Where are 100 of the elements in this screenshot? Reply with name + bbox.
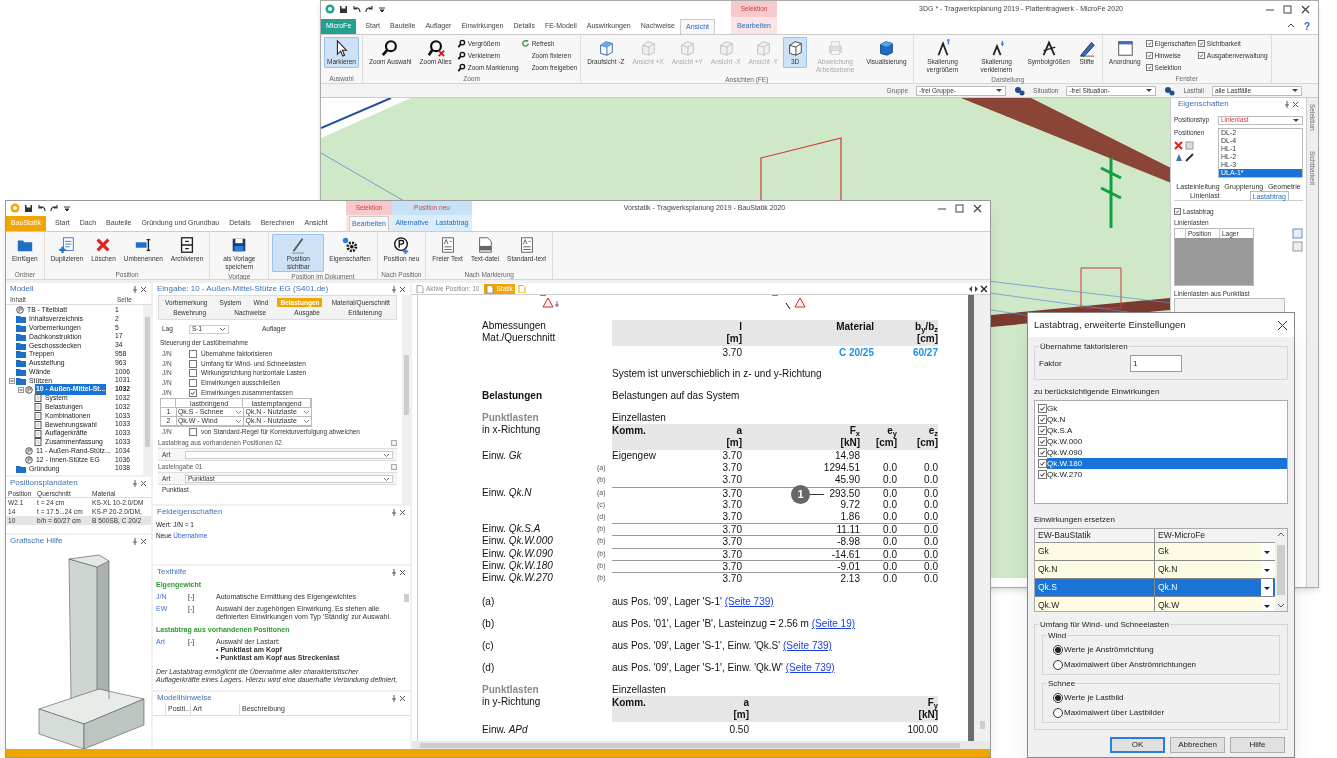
dialog-button[interactable]: Abbrechen [1170, 737, 1225, 753]
checkbox[interactable] [189, 369, 197, 378]
dropdown[interactable]: Gk [1154, 542, 1273, 560]
scrollbar[interactable] [1275, 529, 1287, 611]
column-unit: [m] [725, 437, 742, 449]
document-add-icon [57, 236, 76, 254]
scrollbar[interactable] [412, 741, 990, 749]
table-cell: -8.98 [837, 536, 860, 548]
checkbox[interactable] [1145, 52, 1153, 59]
list-item[interactable]: Gk [1047, 403, 1287, 414]
pin-close-icon [132, 478, 147, 488]
radio-button[interactable] [1053, 660, 1063, 670]
gear-icon [1014, 85, 1026, 96]
checkbox[interactable] [1038, 404, 1047, 413]
scroll-down-icon [1277, 603, 1285, 609]
column-header: EW-MicroFe [1154, 529, 1273, 542]
footnote-mark: (b) [482, 618, 496, 631]
checkbox[interactable] [1038, 437, 1047, 446]
radio-label: Maximalwert über Lastbilder [1064, 707, 1165, 719]
square-icon [1292, 240, 1303, 252]
checkbox[interactable] [189, 378, 197, 387]
pin-close-icon [1284, 99, 1299, 109]
gear-icon [1164, 85, 1176, 96]
close-icon [1277, 319, 1288, 331]
maximize-icon [1283, 4, 1292, 14]
list-item[interactable]: Qk.W.090 [1047, 447, 1287, 458]
checkbox[interactable] [189, 359, 197, 368]
list-item[interactable]: Qk.S.A [1047, 425, 1287, 436]
dialog-button[interactable]: OK [1110, 737, 1165, 753]
table-cell-text: 3.70 [721, 346, 742, 360]
radio-label: Werte je Anströmrichtung [1064, 644, 1154, 656]
table-cell: 0.0 [883, 498, 897, 510]
dropdown-arrow-icon [1145, 87, 1154, 94]
radio-button[interactable] [1053, 693, 1063, 703]
table-cell: 0.0 [924, 474, 938, 486]
checkbox[interactable] [1038, 470, 1047, 479]
group-title: Umfang für Wind- und Schneelasten [1039, 619, 1170, 631]
help-button[interactable]: ? [1295, 19, 1318, 34]
input-field[interactable]: 1 [1130, 355, 1182, 372]
scrollbar[interactable] [974, 295, 990, 741]
table-cell: 45.90 [834, 474, 860, 486]
list-item[interactable]: Qk.W.180 [1047, 458, 1287, 469]
link[interactable]: (Seite 19) [811, 618, 856, 630]
table-cell: 0.0 [883, 487, 897, 499]
window-icon [1115, 39, 1134, 57]
table-cell: 3.70 [722, 572, 742, 584]
pen-icon [1185, 152, 1194, 162]
row-label: Einw. Gk [482, 450, 523, 463]
column-header: a [742, 697, 749, 710]
dropdown[interactable]: Qk.W [1154, 596, 1273, 611]
table-cell[interactable]: C 20/25 [742, 346, 874, 360]
list-item[interactable]: Qk.W.000 [1047, 436, 1287, 447]
checkbox[interactable] [1145, 64, 1153, 71]
radio-button[interactable] [1053, 708, 1063, 718]
footnote-text: aus Pos. '09', Lager 'S-1' (Seite 739) [612, 596, 774, 609]
checkbox[interactable] [1174, 208, 1181, 216]
checkbox[interactable] [1038, 448, 1047, 457]
callout-marker: 1 [791, 484, 810, 504]
checkbox[interactable] [1038, 415, 1047, 424]
table-cell: Eigengew [612, 450, 656, 461]
link[interactable]: (Seite 739) [785, 662, 835, 674]
link[interactable]: (Seite 739) [724, 596, 774, 608]
dropdown[interactable]: Qk.N [1154, 578, 1273, 596]
section-label: Einwirkungen ersetzen [1034, 514, 1116, 526]
radio-button[interactable] [1053, 645, 1063, 655]
app-logo-icon [10, 203, 20, 213]
checkbox[interactable] [1038, 426, 1047, 435]
checkbox[interactable] [1038, 459, 1047, 468]
scrollbar[interactable] [143, 305, 151, 476]
checkbox[interactable] [189, 428, 197, 437]
checkbox[interactable] [1197, 52, 1205, 59]
checkbox[interactable] [189, 349, 197, 358]
magnifier-icon [456, 39, 466, 48]
table-cell: 0.0 [924, 560, 938, 572]
position-icon [16, 306, 24, 315]
maximize-icon [955, 203, 964, 213]
dropdown[interactable]: Qk.N [1154, 560, 1273, 578]
column-header: F$_{y}$ [927, 697, 938, 710]
row-label: Punktlasten [482, 684, 540, 697]
column-unit: [kN] [917, 709, 938, 722]
checkbox[interactable] [189, 388, 197, 397]
scrollbar[interactable] [402, 295, 410, 504]
table-cell: 0.0 [883, 474, 897, 486]
cube-icon [639, 39, 657, 57]
panel-title: Grafische Hilfe [10, 535, 63, 547]
table-caption: Einzellasten [612, 412, 666, 424]
list-item[interactable]: Qk.N [1047, 414, 1287, 425]
dialog-button[interactable]: Hilfe [1230, 737, 1285, 753]
row-label: Einw. APd [482, 723, 529, 738]
link[interactable]: (Seite 739) [783, 640, 832, 652]
footnote-text: aus Pos. '01', Lager 'B', Lasteinzug = 2.56 m (Seite 19) [612, 618, 856, 631]
cube-icon [786, 39, 805, 57]
checkbox[interactable] [1145, 40, 1153, 47]
table-cell: 3.70 [722, 524, 742, 536]
table-cell: 0.0 [883, 524, 897, 536]
table-cell: 0.0 [924, 536, 938, 548]
row-label: Punktlasten [482, 412, 540, 424]
checkbox[interactable] [1197, 40, 1205, 47]
table-cell: 3.70 [722, 474, 742, 486]
list-item[interactable]: Qk.W.270 [1047, 469, 1287, 480]
